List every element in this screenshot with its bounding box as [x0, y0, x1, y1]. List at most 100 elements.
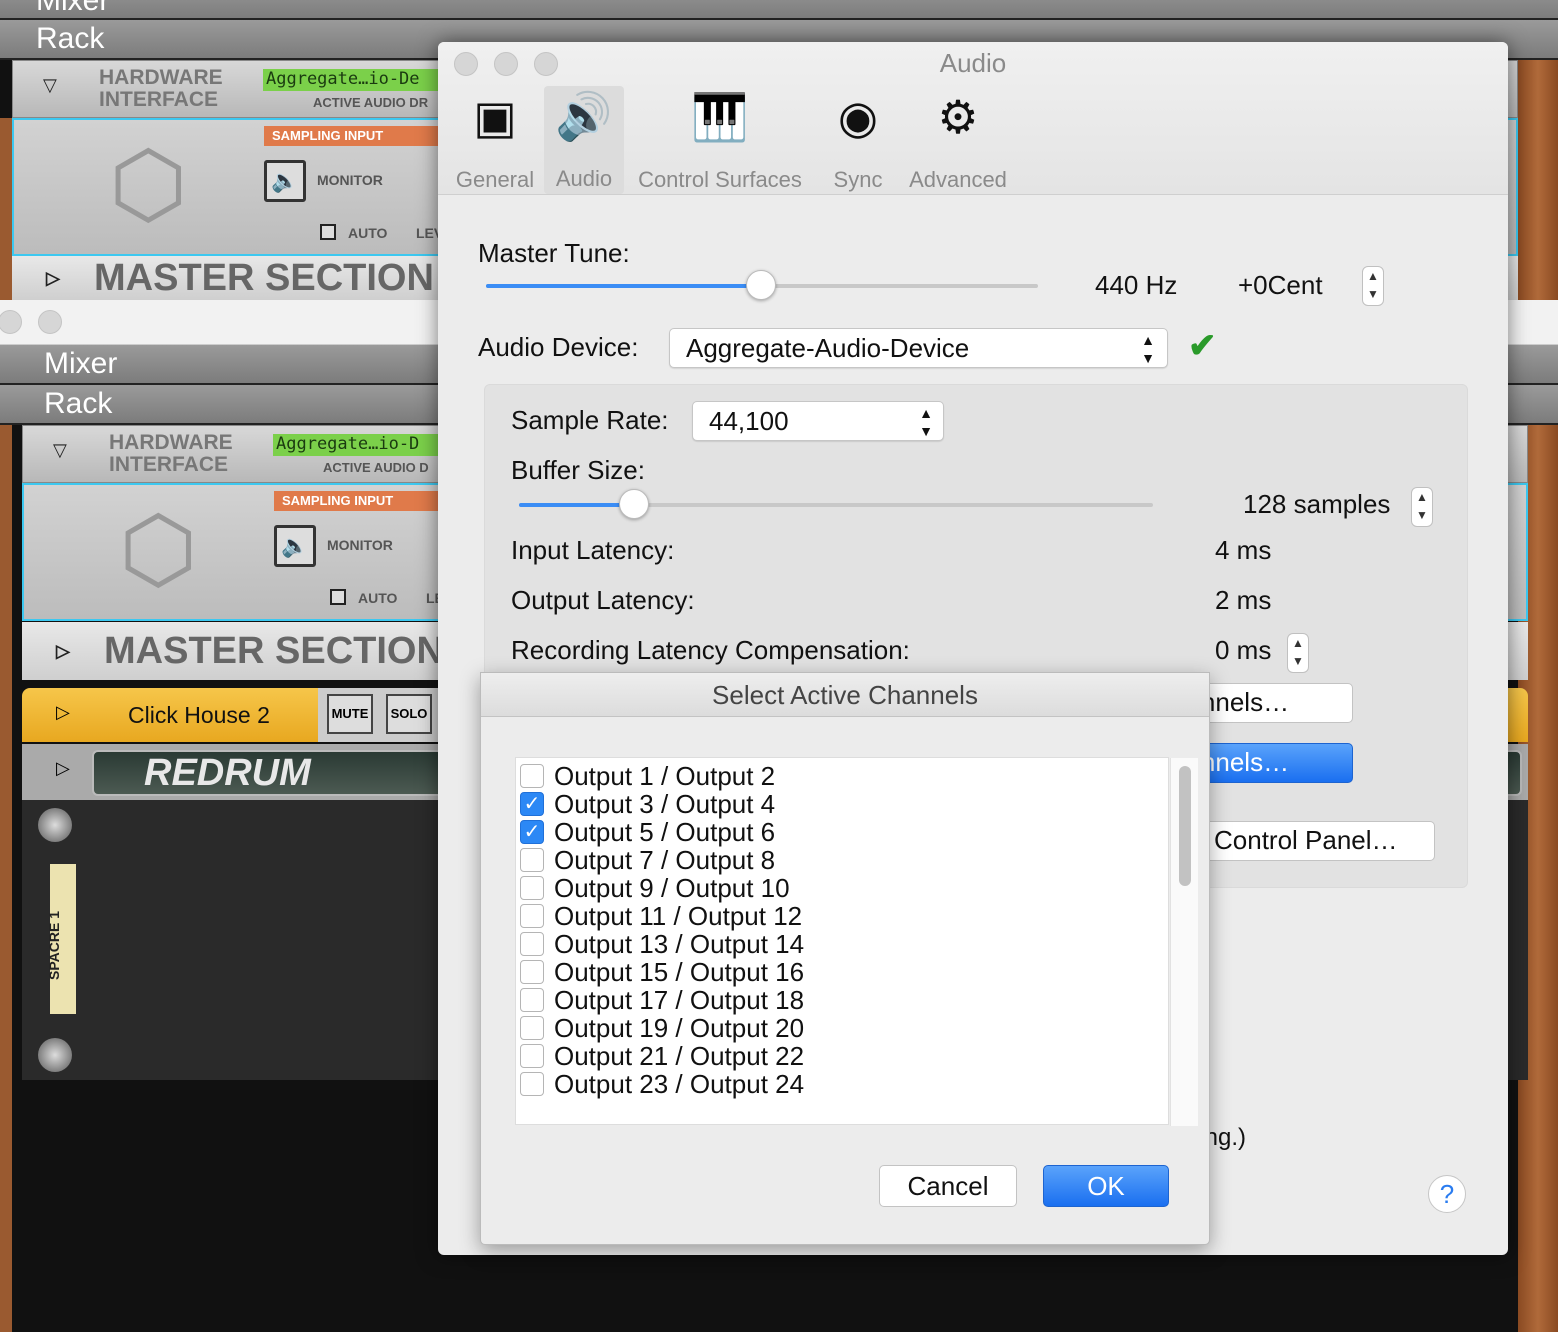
master-tune-slider[interactable] — [486, 270, 1038, 300]
expand-icon[interactable]: ▷ — [46, 256, 60, 300]
window-title: Audio — [438, 48, 1508, 79]
rec-latency-label: Recording Latency Compensation: — [511, 635, 910, 665]
channel-checkbox[interactable] — [520, 764, 544, 788]
tab-control-surfaces[interactable]: 🎹 Control Surfaces — [632, 87, 808, 193]
auto-label: AUTO — [358, 590, 398, 606]
auto-checkbox[interactable] — [320, 224, 336, 240]
solo-button[interactable]: SOLO — [386, 694, 432, 734]
channel-checkbox[interactable]: ✓ — [520, 820, 544, 844]
master-tune-cent: +0Cent — [1238, 270, 1323, 300]
channel-row[interactable]: Output 1 / Output 2 — [516, 760, 1168, 791]
master-section-label: MASTER SECTION — [94, 257, 434, 299]
channel-label: Output 1 / Output 2 — [554, 760, 776, 791]
select-active-channels-sheet: Select Active Channels Output 1 / Output… — [480, 672, 1210, 1245]
channel-row[interactable]: Output 9 / Output 10 — [516, 873, 1168, 903]
audio-driver-lcd: Aggregate…io-De — [263, 69, 453, 91]
input-latency-value: 4 ms — [1215, 535, 1272, 565]
channel-checkbox[interactable] — [520, 848, 544, 872]
scrollbar-thumb[interactable] — [1179, 766, 1191, 886]
tab-label: Control Surfaces — [638, 167, 802, 192]
ok-button[interactable]: OK — [1043, 1165, 1169, 1207]
collapse-icon[interactable]: ▽ — [43, 75, 57, 96]
tab-audio[interactable]: 🔊 Audio — [544, 86, 624, 194]
monitor-label: MONITOR — [327, 537, 393, 553]
channel-row[interactable]: Output 11 / Output 12 — [516, 900, 1168, 931]
select-value: Aggregate-Audio-Device — [686, 333, 970, 363]
channel-checkbox[interactable] — [520, 1072, 544, 1096]
master-tune-label: Master Tune: — [478, 238, 630, 268]
channel-checkbox[interactable] — [520, 960, 544, 984]
rec-latency-stepper[interactable]: ▲ ▼ — [1287, 633, 1309, 673]
mixer-bar[interactable]: Mixer — [0, 0, 1558, 20]
select-value: 44,100 — [709, 406, 789, 436]
scrollbar[interactable] — [1170, 758, 1198, 1126]
channel-checkbox[interactable] — [520, 1016, 544, 1040]
sampling-input-label: SAMPLING INPUT — [274, 491, 464, 511]
channel-label: Output 21 / Output 22 — [554, 1040, 805, 1071]
channel-row[interactable]: ✓ Output 5 / Output 6 — [516, 817, 1168, 847]
channel-label: Output 23 / Output 24 — [554, 1068, 805, 1099]
channel-row[interactable]: Output 15 / Output 16 — [516, 956, 1168, 987]
screw-icon — [38, 808, 72, 842]
tab-sync[interactable]: ◉ Sync — [826, 87, 890, 193]
general-icon: ▣ — [473, 91, 517, 143]
keyboard-icon: 🎹 — [691, 91, 749, 143]
collapse-icon[interactable]: ▽ — [53, 440, 67, 461]
close-button[interactable] — [0, 310, 22, 334]
tab-general[interactable]: ▣ General — [452, 87, 538, 193]
output-latency-value: 2 ms — [1215, 585, 1272, 615]
screw-icon — [38, 1038, 72, 1072]
help-button[interactable]: ? — [1428, 1175, 1466, 1213]
expand-icon[interactable]: ▷ — [56, 702, 70, 723]
tab-advanced[interactable]: ⚙ Advanced — [902, 87, 1014, 193]
channel-checkbox[interactable] — [520, 932, 544, 956]
hw-title: HARDWARE INTERFACE — [109, 432, 233, 476]
expand-icon[interactable]: ▷ — [56, 622, 70, 680]
channel-label: Output 3 / Output 4 — [554, 788, 776, 819]
channel-checkbox[interactable] — [520, 1044, 544, 1068]
auto-checkbox[interactable] — [330, 589, 346, 605]
cent-stepper[interactable]: ▲ ▼ — [1362, 266, 1384, 306]
checkmark-icon: ✔ — [1188, 327, 1217, 365]
cancel-button[interactable]: Cancel — [879, 1165, 1017, 1207]
buffer-size-slider[interactable] — [519, 489, 1153, 519]
channel-checkbox[interactable] — [520, 904, 544, 928]
channel-row[interactable]: Output 19 / Output 20 — [516, 1013, 1168, 1043]
slider-knob[interactable] — [619, 489, 649, 519]
monitor-speaker-button[interactable]: 🔈 — [264, 160, 306, 202]
output-latency-label: Output Latency: — [511, 585, 695, 615]
audio-driver-lcd: Aggregate…io-D — [273, 434, 463, 456]
channel-row[interactable]: Output 17 / Output 18 — [516, 985, 1168, 1015]
channel-checkbox[interactable]: ✓ — [520, 792, 544, 816]
hw-title-line: HARDWARE — [99, 66, 223, 89]
channel-row[interactable]: ✓ Output 3 / Output 4 — [516, 788, 1168, 819]
reason-logo-icon: ⬡ — [109, 135, 188, 235]
tab-label: Audio — [555, 166, 613, 191]
spacer-label: SPACRE 1 — [46, 911, 62, 980]
minimize-button[interactable] — [38, 310, 62, 334]
channel-label: Output 15 / Output 16 — [554, 956, 805, 987]
channel-label: Output 13 / Output 14 — [554, 928, 805, 959]
channel-label: Output 11 / Output 12 — [554, 900, 803, 931]
expand-icon[interactable]: ▷ — [56, 758, 70, 779]
mute-button[interactable]: MUTE — [327, 694, 373, 734]
channel-label: Output 7 / Output 8 — [554, 844, 776, 875]
audio-device-label: Audio Device: — [478, 332, 639, 362]
buffer-size-value: 128 samples — [1243, 489, 1391, 519]
channel-row[interactable]: Output 21 / Output 22 — [516, 1040, 1168, 1071]
device-name: Click House 2 — [128, 702, 270, 728]
channel-row[interactable]: Output 7 / Output 8 — [516, 844, 1168, 875]
slider-knob[interactable] — [746, 270, 776, 300]
toolbar: Audio ▣ General 🔊 Audio 🎹 Control Surfaces … — [438, 42, 1508, 195]
channel-row[interactable]: Output 13 / Output 14 — [516, 928, 1168, 959]
speaker-icon: 🔊 — [555, 90, 613, 142]
channel-row[interactable]: Output 23 / Output 24 — [516, 1068, 1168, 1099]
sample-rate-select[interactable]: 44,100 ▲ ▼ — [692, 401, 944, 441]
audio-device-select[interactable]: Aggregate-Audio-Device ▲ ▼ — [669, 328, 1168, 368]
monitor-speaker-button[interactable]: 🔈 — [274, 525, 316, 567]
rec-latency-value: 0 ms — [1215, 635, 1272, 665]
channel-checkbox[interactable] — [520, 876, 544, 900]
buffer-stepper[interactable]: ▲ ▼ — [1411, 487, 1433, 527]
master-tune-hz: 440 Hz — [1095, 270, 1178, 300]
channel-checkbox[interactable] — [520, 988, 544, 1012]
